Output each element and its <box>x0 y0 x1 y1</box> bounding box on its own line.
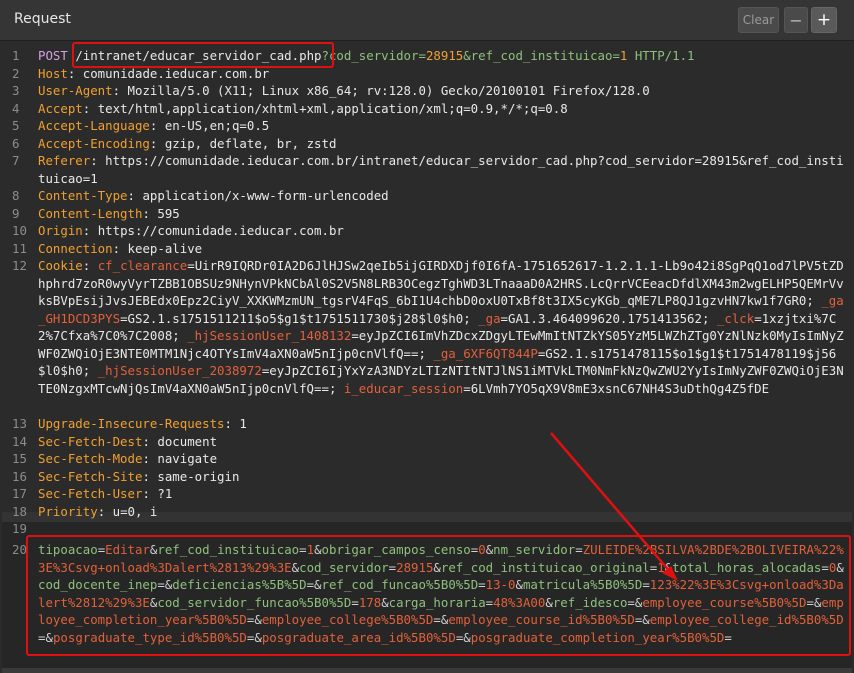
line-number: 4 <box>12 100 20 116</box>
header-name: Sec-Fetch-Site <box>38 468 143 484</box>
highlight-box-path <box>72 42 334 68</box>
query-key: ?cod_servidor= <box>321 48 426 63</box>
cookie-name: cf_clearance <box>97 258 188 273</box>
http-method: POST <box>38 48 68 63</box>
header-value: navigate <box>157 451 218 466</box>
header-value: u=0, i <box>112 503 158 519</box>
header-value: text/html,application/xhtml+xml,applicat… <box>97 100 568 116</box>
header-name: Host <box>38 65 68 81</box>
line-number: 10 <box>12 223 27 238</box>
header-name: Sec-Fetch-Mode <box>38 451 143 466</box>
line-number: 13 <box>12 416 27 431</box>
panel-title: Request <box>14 11 71 27</box>
header-value: gzip, deflate, br, zstd <box>164 135 337 151</box>
header-name: Accept-Language <box>38 118 150 133</box>
header-name: User-Agent <box>38 83 113 98</box>
header-name: Content-Length <box>38 205 143 221</box>
cookie-name: _hjSessionUser_2038972 <box>97 363 262 378</box>
header-value: keep-alive <box>127 240 203 256</box>
header-name: Upgrade-Insecure-Requests <box>38 416 225 431</box>
header-value: ?1 <box>157 486 173 501</box>
cookie-name: i_educar_session <box>343 380 464 396</box>
highlight-box-body <box>26 535 851 656</box>
cookie-value: GA1.3.464099620.1751413562 <box>508 310 702 326</box>
line-number: 16 <box>12 468 27 484</box>
cookie-name: _hjSessionUser_1408132 <box>187 328 352 343</box>
header-value: 1 <box>239 416 247 431</box>
plus-button[interactable]: + <box>811 7 837 33</box>
header-value: https://comunidade.ieducar.com.br <box>97 223 344 238</box>
header-name: Content-Type <box>38 188 128 203</box>
line-number: 18 <box>12 503 27 519</box>
line-number: 17 <box>12 486 27 501</box>
line-number: 6 <box>12 135 20 151</box>
header-name: Accept-Encoding <box>38 135 150 151</box>
cookie-name: _ga <box>478 310 501 326</box>
panel-header: Request Clear − + <box>0 0 854 41</box>
clear-button[interactable]: Clear <box>738 7 779 33</box>
query-value: 28915 <box>425 48 464 63</box>
header-name: Priority <box>38 503 98 519</box>
header-value: Mozilla/5.0 (X11; Linux x86_64; rv:128.0… <box>127 83 650 98</box>
header-value: document <box>157 433 218 449</box>
header-value: application/x-www-form-urlencoded <box>142 188 389 203</box>
cookie-value: GS2.1.s1751511211$o5$g1$t1751511730$j28$… <box>127 310 464 326</box>
header-name: Origin <box>38 223 83 238</box>
line-number: 15 <box>12 451 27 466</box>
http-protocol: HTTP/1.1 <box>627 48 695 63</box>
header-name: Cookie <box>38 258 83 273</box>
header-name: Accept <box>38 100 83 116</box>
header-name: Sec-Fetch-User <box>38 486 143 501</box>
line-number: 11 <box>12 240 27 256</box>
header-value: en-US,en;q=0.5 <box>164 118 270 133</box>
line-number: 7 <box>12 153 20 168</box>
header-value: https://comunidade.ieducar.com.br/intran… <box>38 153 844 186</box>
line-number: 3 <box>12 83 20 98</box>
line-number: 8 <box>12 188 20 203</box>
horizontal-scrollbar[interactable] <box>2 668 852 673</box>
line-number: 14 <box>12 433 27 449</box>
line-number: 2 <box>12 65 20 81</box>
header-name: Sec-Fetch-Dest <box>38 433 143 449</box>
request-panel: Request Clear − + 1 POST /intranet/educa… <box>0 0 854 673</box>
cookie-name: _clck <box>716 310 755 326</box>
cookie-value: 6LVmh7YO5qX9V8mE3xsnC67NH4S3uDthQg4Z5fDE <box>470 380 770 396</box>
line-number: 9 <box>12 205 20 221</box>
line-number: 1 <box>12 48 20 63</box>
line-number: 5 <box>12 118 20 133</box>
query-key: &ref_cod_instituicao= <box>463 48 620 63</box>
line-number: 12 <box>12 258 27 273</box>
header-value: same-origin <box>157 468 240 484</box>
header-name: Referer <box>38 153 91 168</box>
header-value: 595 <box>157 205 180 221</box>
minus-button[interactable]: − <box>784 7 808 33</box>
cookie-name: _ga_6XF6QT844P <box>433 345 538 361</box>
header-name: Connection <box>38 240 113 256</box>
